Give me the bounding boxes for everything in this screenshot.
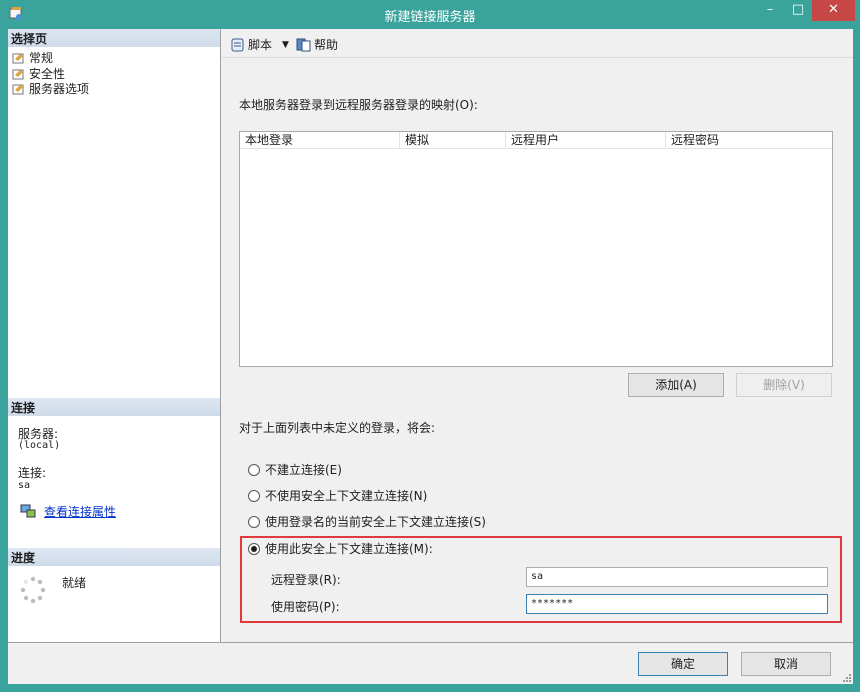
ok-button[interactable]: 确定 <box>638 652 728 676</box>
radio-label: 不建立连接(E) <box>265 463 342 477</box>
resize-grip-icon[interactable] <box>841 672 851 682</box>
page-icon <box>12 69 24 79</box>
select-page-header: 选择页 <box>8 29 220 47</box>
page-item-label: 常规 <box>29 51 54 65</box>
page-item-server-options[interactable]: 服务器选项 <box>12 81 89 96</box>
progress-status: 就绪 <box>62 576 87 590</box>
cancel-button[interactable]: 取消 <box>741 652 831 676</box>
connection-label: 连接: <box>18 466 47 480</box>
window-title: 新建链接服务器 <box>384 10 476 25</box>
radio-dot[interactable] <box>248 489 260 502</box>
login-mapping-grid[interactable]: 本地登录 模拟 远程用户 远程密码 <box>239 131 833 367</box>
server-label: 服务器: <box>18 427 59 441</box>
chevron-down-icon[interactable]: ▼ <box>282 40 289 50</box>
left-pane: 选择页 常规 安全性 服务器选项 连接 服务器: (local) 连接: sa … <box>8 29 221 642</box>
radio-without-security-context[interactable]: 不使用安全上下文建立连接(N) <box>248 487 427 504</box>
radio-current-security-context[interactable]: 使用登录名的当前安全上下文建立连接(S) <box>248 513 486 530</box>
column-header-remote-user[interactable]: 远程用户 <box>506 132 666 149</box>
title-bar[interactable]: 新建链接服务器 – □ ✕ <box>0 0 860 28</box>
progress-header: 进度 <box>8 548 220 566</box>
password-field[interactable]: ******* <box>526 594 828 614</box>
add-button[interactable]: 添加(A) <box>628 373 724 397</box>
remove-button[interactable]: 删除(V) <box>736 373 832 397</box>
footer-divider <box>8 642 853 643</box>
radio-dot[interactable] <box>248 463 260 476</box>
close-button[interactable]: ✕ <box>812 0 855 21</box>
dialog-window: 新建链接服务器 – □ ✕ 选择页 常规 安全性 服务器选项 连接 服务器: (… <box>0 0 860 692</box>
radio-dot-checked[interactable] <box>248 542 260 555</box>
toolbar: 脚本 ▼ 帮助 <box>222 29 853 58</box>
grid-header: 本地登录 模拟 远程用户 远程密码 <box>240 132 832 149</box>
maximize-button[interactable]: □ <box>784 0 812 21</box>
page-item-general[interactable]: 常规 <box>12 50 53 65</box>
view-connection-properties-link[interactable]: 查看连接属性 <box>44 506 116 518</box>
column-header-local-login[interactable]: 本地登录 <box>240 132 400 149</box>
radio-label: 使用此安全上下文建立连接(M): <box>265 542 433 556</box>
radio-label: 不使用安全上下文建立连接(N) <box>265 489 428 503</box>
page-icon <box>12 53 24 63</box>
remote-login-label: 远程登录(R): <box>271 573 341 587</box>
script-icon <box>231 38 244 51</box>
server-value: (local) <box>18 440 61 451</box>
connection-properties-icon <box>20 504 36 518</box>
password-label: 使用密码(P): <box>271 600 340 614</box>
column-header-remote-password[interactable]: 远程密码 <box>666 132 832 149</box>
radio-label: 使用登录名的当前安全上下文建立连接(S) <box>265 515 486 529</box>
minimize-button[interactable]: – <box>756 0 784 21</box>
connection-value: sa <box>18 480 31 491</box>
help-icon <box>296 38 311 51</box>
column-header-impersonate[interactable]: 模拟 <box>400 132 506 149</box>
radio-no-connection[interactable]: 不建立连接(E) <box>248 461 342 478</box>
radio-this-security-context[interactable]: 使用此安全上下文建立连接(M): <box>248 540 433 557</box>
page-item-label: 服务器选项 <box>29 82 90 96</box>
help-label: 帮助 <box>314 38 339 52</box>
mapping-title: 本地服务器登录到远程服务器登录的映射(O): <box>239 98 478 112</box>
dialog-client: 选择页 常规 安全性 服务器选项 连接 服务器: (local) 连接: sa … <box>8 29 853 684</box>
script-button[interactable]: 脚本 ▼ <box>230 36 289 53</box>
connection-header: 连接 <box>8 398 220 416</box>
undefined-logins-label: 对于上面列表中未定义的登录，将会: <box>239 421 436 435</box>
help-button[interactable]: 帮助 <box>296 36 338 53</box>
page-item-security[interactable]: 安全性 <box>12 66 65 81</box>
remote-login-field[interactable]: sa <box>526 567 828 587</box>
script-label: 脚本 <box>248 38 273 52</box>
progress-spinner-icon <box>20 576 46 604</box>
page-icon <box>12 84 24 94</box>
radio-dot[interactable] <box>248 515 260 528</box>
